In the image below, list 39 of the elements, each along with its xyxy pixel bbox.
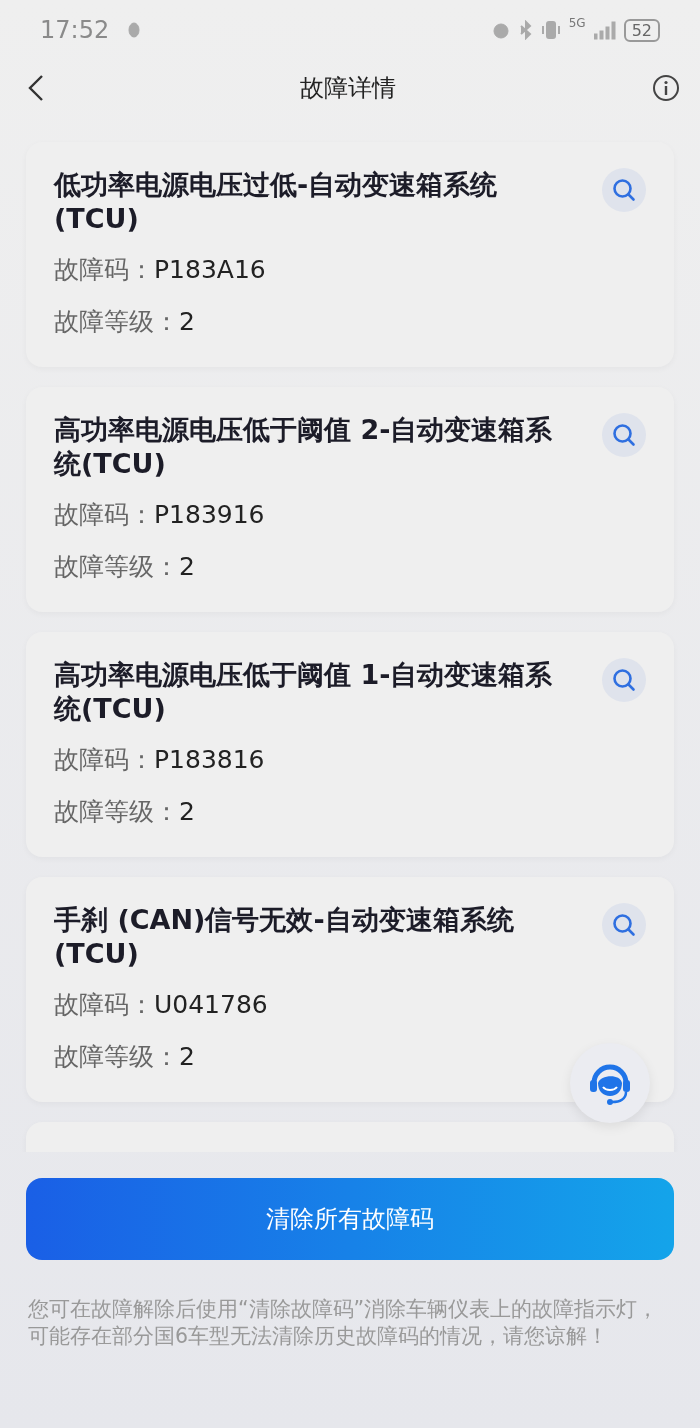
fault-code: U041786 xyxy=(154,989,268,1021)
search-icon xyxy=(611,422,637,448)
fault-level: 2 xyxy=(179,551,195,583)
fault-level: 2 xyxy=(179,1041,195,1073)
fault-code: P183A16 xyxy=(154,254,266,286)
field-label: 故障等级： xyxy=(54,551,179,583)
field-label: 故障等级： xyxy=(54,1041,179,1073)
network-type: 5G xyxy=(568,16,586,30)
search-button[interactable] xyxy=(602,413,646,457)
search-button[interactable] xyxy=(602,658,646,702)
fault-title: 高功率电源电压低于阈值 2-自动变速箱系统(TCU) xyxy=(54,413,554,481)
notice-text: 您可在故障解除后使用“清除故障码”消除车辆仪表上的故障指示灯，可能存在部分国6车型无法清除历史故障码的情况，请您谅解！ xyxy=(28,1296,660,1350)
field-label: 故障等级： xyxy=(54,796,179,828)
status-time: 17:52 xyxy=(40,16,110,44)
field-label: 故障码： xyxy=(54,989,154,1021)
fault-code: P183916 xyxy=(154,499,265,531)
search-button[interactable] xyxy=(602,168,646,212)
search-button[interactable] xyxy=(602,903,646,947)
vibrate-icon xyxy=(540,20,561,40)
fault-title: 高功率电源电压低于阈值 1-自动变速箱系统(TCU) xyxy=(54,658,554,726)
field-label: 故障码： xyxy=(54,744,154,776)
fault-title: 低功率电源电压过低-自动变速箱系统(TCU) xyxy=(54,168,499,236)
field-label: 故障码： xyxy=(54,499,154,531)
bluetooth-icon xyxy=(518,20,533,40)
signal-icon xyxy=(593,20,616,40)
search-icon xyxy=(611,912,637,938)
fault-code: P183816 xyxy=(154,744,265,776)
field-label: 故障码： xyxy=(54,254,154,286)
info-icon[interactable] xyxy=(652,74,680,102)
fault-level: 2 xyxy=(179,796,195,828)
field-label: 故障等级： xyxy=(54,306,179,338)
fault-title: 手刹 (CAN)信号无效-自动变速箱系统(TCU) xyxy=(54,903,515,971)
battery-level: 52 xyxy=(623,18,660,42)
page-title: 故障详情 xyxy=(300,73,396,104)
clear-all-button[interactable]: 清除所有故障码 xyxy=(26,1178,674,1260)
back-icon[interactable] xyxy=(28,74,44,102)
search-icon xyxy=(611,177,637,203)
search-icon xyxy=(611,667,637,693)
fault-level: 2 xyxy=(179,306,195,338)
